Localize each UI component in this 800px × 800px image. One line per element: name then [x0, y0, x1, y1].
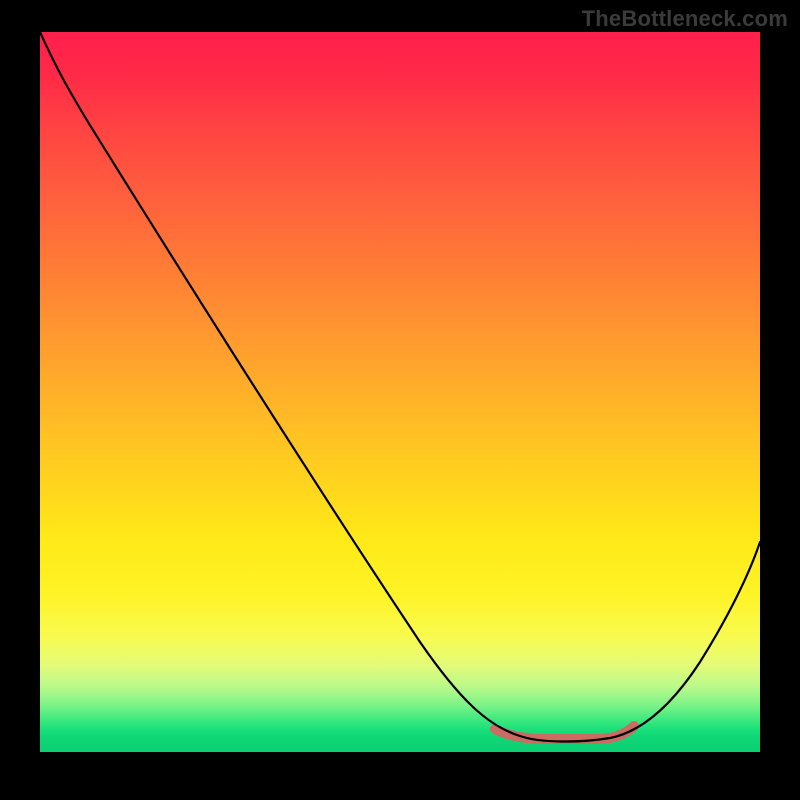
- plot-area: [40, 32, 760, 752]
- curve-layer: [40, 32, 760, 752]
- chart-frame: TheBottleneck.com: [0, 0, 800, 800]
- bottleneck-curve: [40, 32, 760, 742]
- watermark-text: TheBottleneck.com: [582, 6, 788, 32]
